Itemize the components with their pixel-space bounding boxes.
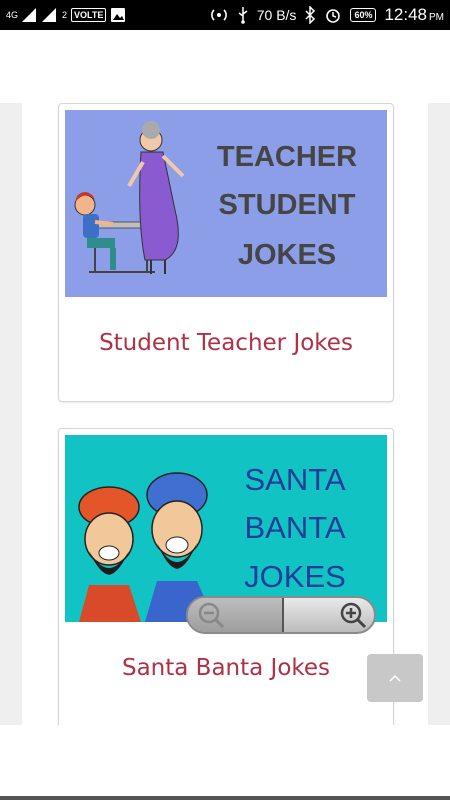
joke-card-santa-banta[interactable]: SANTA BANTA JOKES Santa Banta Jokes: [58, 428, 394, 725]
image-text-line-2: STUDENT: [219, 189, 356, 221]
santa-banta-illustration: SANTA BANTA JOKES: [65, 435, 387, 622]
image-text-line-3: JOKES: [244, 559, 346, 594]
status-left: 4G 2 VOLTE: [0, 7, 126, 23]
time-text: 12:48: [384, 5, 427, 24]
signal-icon: [22, 8, 37, 22]
zoom-out-icon: [198, 602, 225, 629]
network-type: 4G: [6, 9, 19, 20]
joke-card-student-teacher[interactable]: TEACHER STUDENT JOKES Student Teacher Jo…: [58, 103, 394, 402]
zoom-in-icon: [340, 602, 367, 629]
zoom-in-button[interactable]: [280, 598, 374, 632]
chevron-up-icon: [389, 674, 401, 682]
card-title[interactable]: Student Teacher Jokes: [59, 330, 393, 356]
volte-badge: VOLTE: [71, 8, 107, 22]
network-speed: 70 B/s: [256, 7, 297, 23]
image-icon: [111, 8, 126, 22]
zoom-out-button[interactable]: [188, 598, 282, 632]
image-text-line-2: BANTA: [244, 510, 345, 545]
card-title[interactable]: Santa Banta Jokes: [59, 655, 393, 681]
bluetooth-icon: [305, 6, 316, 24]
status-right: 70 B/s 60% 12:48 PM: [209, 5, 450, 25]
zoom-controls: [186, 596, 376, 634]
battery-icon: 60%: [350, 8, 377, 22]
alarm-icon: [326, 9, 341, 23]
image-text-line-1: TEACHER: [217, 141, 357, 173]
usb-icon: [238, 7, 248, 24]
status-bar: 4G 2 VOLTE 70 B/s 60% 12:48 PM: [0, 0, 450, 30]
hotspot-icon: [210, 9, 227, 21]
teacher-student-illustration: TEACHER STUDENT JOKES: [65, 110, 387, 297]
image-text-line-1: SANTA: [244, 462, 345, 497]
ampm-text: PM: [429, 12, 444, 23]
card-image[interactable]: SANTA BANTA JOKES: [65, 435, 387, 622]
scroll-to-top-button[interactable]: [367, 654, 423, 702]
image-text-line-3: JOKES: [238, 239, 336, 271]
signal-2-icon: [42, 8, 57, 22]
bottom-edge: [0, 796, 450, 800]
sim-slot: 2: [62, 9, 68, 20]
clock: 12:48 PM: [384, 5, 444, 25]
card-image[interactable]: TEACHER STUDENT JOKES: [65, 110, 387, 297]
